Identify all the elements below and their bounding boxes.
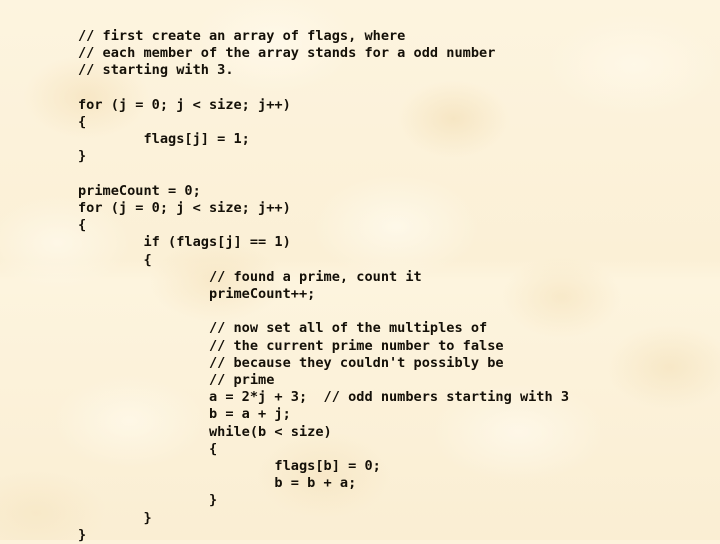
code-line: flags[b] = 0;	[78, 458, 381, 475]
code-line: if (flags[j] == 1)	[78, 234, 291, 251]
code-line: }	[78, 492, 218, 509]
code-line: b = a + j;	[78, 406, 291, 423]
code-line: // the current prime number to false	[78, 337, 504, 354]
code-line: }	[78, 148, 87, 165]
code-line: {	[78, 251, 152, 268]
code-line: {	[78, 440, 218, 457]
code-line: // each member of the array stands for a…	[78, 45, 496, 62]
code-line: // first create an array of flags, where	[78, 28, 406, 44]
code-line: while(b < size)	[78, 423, 332, 440]
code-line: }	[78, 509, 152, 526]
code-listing: // first create an array of flags, where…	[78, 28, 569, 544]
code-line: {	[78, 217, 87, 234]
code-line: for (j = 0; j < size; j++)	[78, 200, 291, 216]
code-line: // found a prime, count it	[78, 268, 422, 285]
code-line: // prime	[78, 372, 275, 389]
code-line: // starting with 3.	[78, 62, 234, 79]
slide-canvas: // first create an array of flags, where…	[0, 0, 720, 543]
code-line: a = 2*j + 3; // odd numbers starting wit…	[78, 389, 570, 406]
code-line: flags[j] = 1;	[78, 131, 250, 148]
code-line: primeCount++;	[78, 286, 316, 303]
code-line: {	[78, 114, 87, 130]
code-line: for (j = 0; j < size; j++)	[78, 96, 291, 113]
code-line: }	[78, 526, 87, 543]
code-line: primeCount = 0;	[78, 182, 201, 199]
code-line: // now set all of the multiples of	[78, 320, 488, 337]
code-line: b = b + a;	[78, 475, 357, 492]
code-line: // because they couldn't possibly be	[78, 354, 504, 371]
